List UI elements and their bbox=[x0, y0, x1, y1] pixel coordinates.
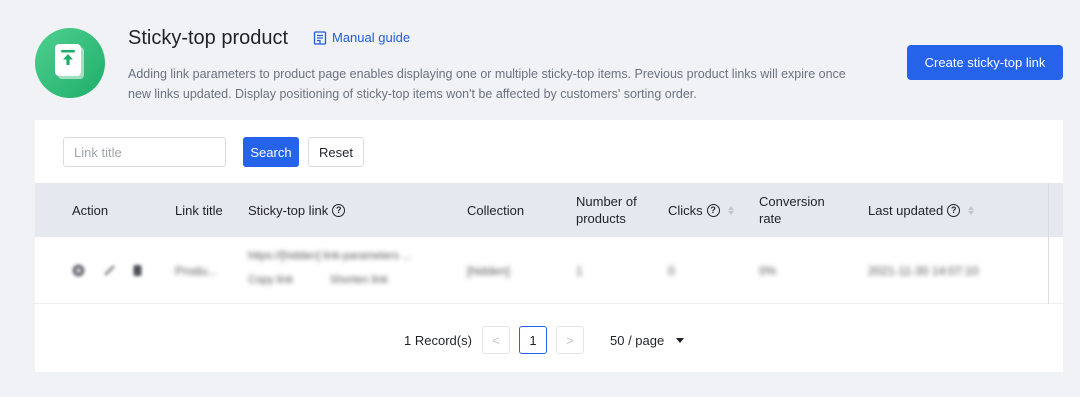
sticky-top-link-cell: https://[hidden] link-parameters ... bbox=[248, 250, 412, 262]
clicks-cell: 0 bbox=[668, 264, 675, 278]
collection-cell: [hidden] bbox=[467, 264, 510, 278]
content-panel: Search Reset Action Link title Sticky-to… bbox=[35, 120, 1063, 372]
table-row: Produ... https://[hidden] link-parameter… bbox=[35, 237, 1063, 304]
delete-icon[interactable] bbox=[131, 264, 144, 277]
create-sticky-top-link-button[interactable]: Create sticky-top link bbox=[907, 45, 1063, 80]
conversion-rate-cell: 0% bbox=[759, 264, 777, 278]
column-header-conversion-rate: Conversion rate bbox=[759, 194, 825, 226]
table-header: Action Link title Sticky-top link ? Coll… bbox=[35, 183, 1063, 237]
column-header-action: Action bbox=[72, 202, 109, 218]
column-header-collection: Collection bbox=[467, 202, 525, 218]
column-header-last-updated[interactable]: Last updated ? bbox=[868, 183, 975, 237]
link-title-cell: Produ... bbox=[175, 264, 218, 278]
page-header: Sticky-top product Manual guide Adding l… bbox=[0, 0, 1080, 120]
help-icon[interactable]: ? bbox=[332, 203, 346, 217]
record-count: 1 Record(s) bbox=[404, 332, 472, 348]
prev-page-button[interactable]: < bbox=[482, 326, 510, 354]
column-header-link-title: Link title bbox=[175, 202, 223, 218]
sort-icon[interactable] bbox=[727, 205, 734, 215]
copy-link-tag[interactable]: Copy link bbox=[248, 274, 293, 286]
page-description: Adding link parameters to product page e… bbox=[128, 67, 846, 101]
pin-to-top-icon bbox=[35, 28, 105, 98]
document-icon bbox=[313, 30, 327, 45]
help-icon[interactable]: ? bbox=[947, 203, 961, 217]
page-size-select[interactable]: 50 / page bbox=[610, 326, 685, 354]
column-header-sticky-top-link: Sticky-top link ? bbox=[248, 183, 346, 237]
page-1-button[interactable]: 1 bbox=[519, 326, 547, 354]
column-header-number-of-products: Number of products bbox=[576, 194, 637, 226]
last-updated-cell: 2021-11-30 14:07:10 bbox=[868, 264, 979, 278]
manual-guide-label[interactable]: Manual guide bbox=[332, 30, 410, 45]
scrollbar[interactable] bbox=[1048, 183, 1049, 304]
link-icon[interactable] bbox=[103, 264, 116, 277]
shorten-link-tag[interactable]: Shorten link bbox=[330, 274, 388, 286]
chevron-down-icon bbox=[676, 337, 685, 343]
help-icon[interactable]: ? bbox=[706, 203, 720, 217]
number-of-products-cell: 1 bbox=[576, 264, 583, 278]
page-title: Sticky-top product bbox=[128, 27, 289, 49]
sort-icon[interactable] bbox=[968, 205, 975, 215]
column-header-clicks[interactable]: Clicks ? bbox=[668, 183, 734, 237]
link-title-search-input[interactable] bbox=[63, 137, 226, 167]
manual-guide-link[interactable]: Manual guide bbox=[313, 30, 410, 45]
next-page-button[interactable]: > bbox=[556, 326, 584, 354]
search-button[interactable]: Search bbox=[243, 137, 299, 167]
view-icon[interactable] bbox=[72, 264, 85, 277]
reset-button[interactable]: Reset bbox=[308, 137, 364, 167]
page-size-label: 50 / page bbox=[610, 332, 665, 348]
